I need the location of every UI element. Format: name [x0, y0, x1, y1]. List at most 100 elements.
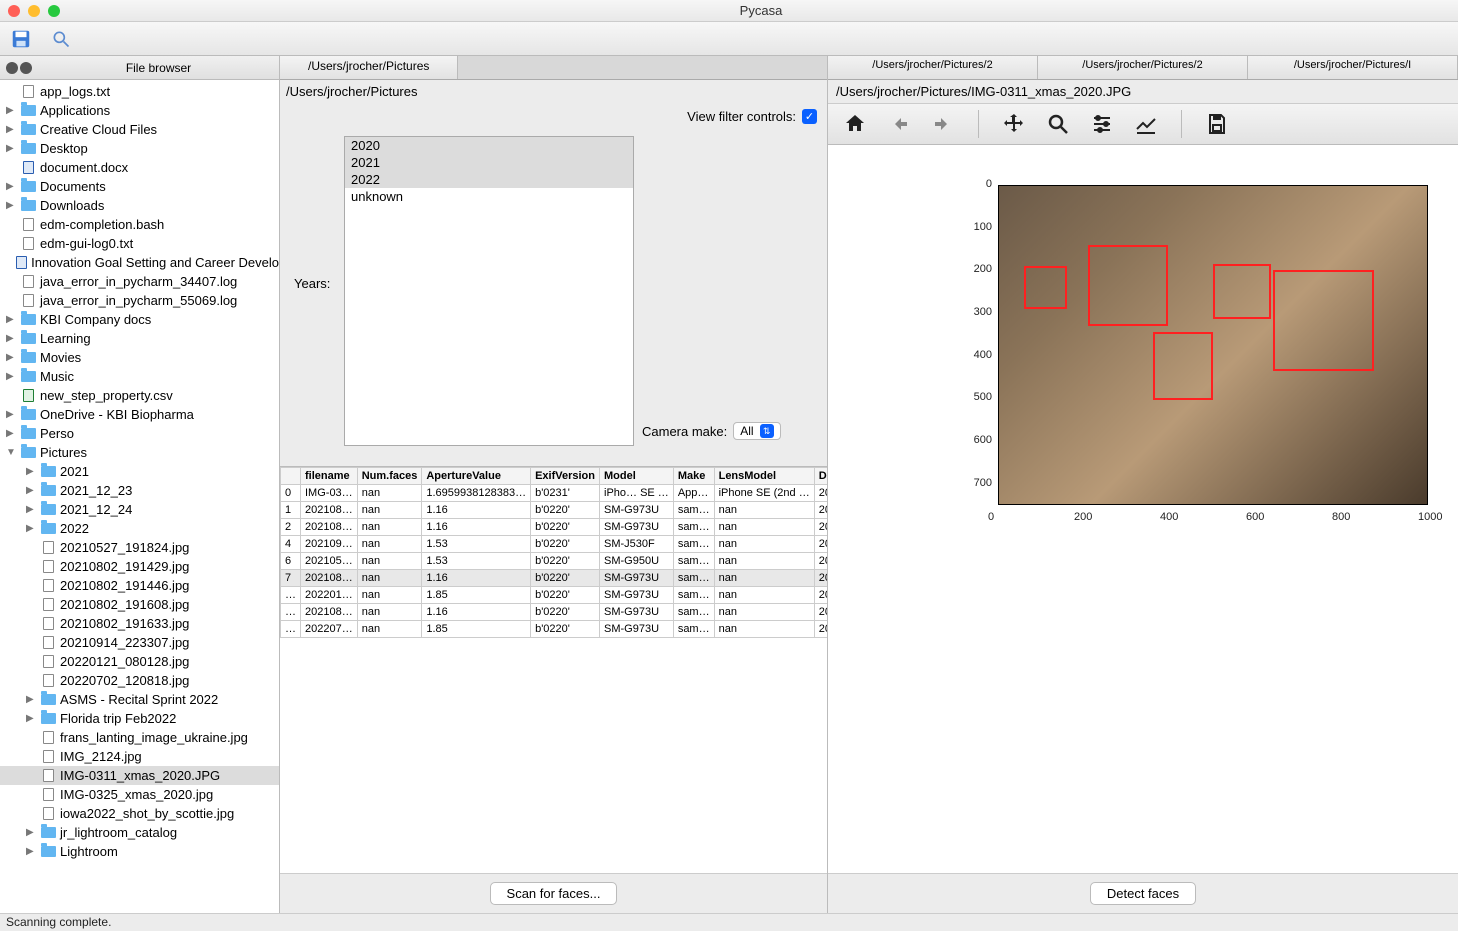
column-header[interactable]	[281, 468, 301, 485]
zoom-icon[interactable]	[1045, 111, 1071, 137]
metadata-table[interactable]: filenameNum.facesApertureValueExifVersio…	[280, 467, 827, 638]
file-tree[interactable]: app_logs.txt▶Applications▶Creative Cloud…	[0, 80, 279, 913]
table-row[interactable]: 1202108…nan1.16b'0220'SM-G973Usam…nan202…	[281, 502, 828, 519]
back-icon[interactable]	[886, 111, 912, 137]
home-icon[interactable]	[842, 111, 868, 137]
sliders-icon[interactable]	[1089, 111, 1115, 137]
tree-item[interactable]: ▶Learning	[0, 329, 279, 348]
table-row[interactable]: …202207…nan1.85b'0220'SM-G973Usam…nan202…	[281, 621, 828, 638]
folder-tab[interactable]: /Users/jrocher/Pictures	[280, 56, 458, 79]
column-header[interactable]: ApertureValue	[422, 468, 531, 485]
y-tick: 600	[974, 434, 992, 446]
zoom-window-button[interactable]	[48, 5, 60, 17]
table-cell: nan	[357, 621, 422, 638]
forward-icon[interactable]	[930, 111, 956, 137]
years-listbox[interactable]: 202020212022unknown	[344, 136, 634, 446]
tree-item[interactable]: ▶Downloads	[0, 196, 279, 215]
filter-controls-checkbox[interactable]: ✓	[802, 109, 817, 124]
table-row[interactable]: 7202108…nan1.16b'0220'SM-G973Usam…nan202…	[281, 570, 828, 587]
search-icon[interactable]	[50, 28, 72, 50]
tree-item[interactable]: IMG-0311_xmas_2020.JPG	[0, 766, 279, 785]
year-option[interactable]: 2020	[345, 137, 633, 154]
tree-item[interactable]: edm-completion.bash	[0, 215, 279, 234]
move-icon[interactable]	[1001, 111, 1027, 137]
face-detection-box	[1024, 266, 1067, 309]
column-header[interactable]: Num.faces	[357, 468, 422, 485]
tree-item[interactable]: 20210802_191429.jpg	[0, 557, 279, 576]
folder-icon	[40, 712, 56, 726]
file-browser-tab[interactable]: File browser	[38, 61, 279, 75]
tree-item[interactable]: ▶Music	[0, 367, 279, 386]
tree-item[interactable]: ▶Florida trip Feb2022	[0, 709, 279, 728]
metadata-table-wrap[interactable]: filenameNum.facesApertureValueExifVersio…	[280, 466, 827, 873]
tree-item[interactable]: edm-gui-log0.txt	[0, 234, 279, 253]
tree-item[interactable]: 20210527_191824.jpg	[0, 538, 279, 557]
column-header[interactable]: Model	[600, 468, 674, 485]
tree-item[interactable]: IMG_2124.jpg	[0, 747, 279, 766]
tree-item[interactable]: ▶Documents	[0, 177, 279, 196]
table-row[interactable]: 2202108…nan1.16b'0220'SM-G973Usam…nan202…	[281, 519, 828, 536]
scan-faces-button[interactable]: Scan for faces...	[490, 882, 618, 905]
tree-item[interactable]: ▶Movies	[0, 348, 279, 367]
image-tab[interactable]: /Users/jrocher/Pictures/2	[1038, 56, 1248, 79]
year-option[interactable]: unknown	[345, 188, 633, 205]
tree-item[interactable]: ▶Lightroom	[0, 842, 279, 861]
tree-item[interactable]: ▶OneDrive - KBI Biopharma	[0, 405, 279, 424]
tree-item[interactable]: iowa2022_shot_by_scottie.jpg	[0, 804, 279, 823]
chart-icon[interactable]	[1133, 111, 1159, 137]
year-option[interactable]: 2021	[345, 154, 633, 171]
table-row[interactable]: 6202105…nan1.53b'0220'SM-G950Usam…nan202…	[281, 553, 828, 570]
image-plot-area[interactable]: 010020030040050060070002004006008001000	[828, 145, 1458, 873]
panel-close-icon[interactable]	[6, 62, 18, 74]
image-tab[interactable]: /Users/jrocher/Pictures/I	[1248, 56, 1458, 79]
tree-item[interactable]: ▶KBI Company docs	[0, 310, 279, 329]
tree-item[interactable]: 20220121_080128.jpg	[0, 652, 279, 671]
tree-item[interactable]: 20210914_223307.jpg	[0, 633, 279, 652]
tree-item[interactable]: java_error_in_pycharm_34407.log	[0, 272, 279, 291]
close-window-button[interactable]	[8, 5, 20, 17]
tree-item[interactable]: 20210802_191633.jpg	[0, 614, 279, 633]
tree-item[interactable]: ▶Desktop	[0, 139, 279, 158]
camera-make-select[interactable]: All ⇅	[733, 422, 780, 440]
tree-item[interactable]: frans_lanting_image_ukraine.jpg	[0, 728, 279, 747]
tree-item[interactable]: ▶2022	[0, 519, 279, 538]
tree-item[interactable]: ▶2021_12_23	[0, 481, 279, 500]
tree-item[interactable]: ▶2021_12_24	[0, 500, 279, 519]
tree-item-label: 20210914_223307.jpg	[60, 635, 189, 650]
tree-item[interactable]: document.docx	[0, 158, 279, 177]
table-cell: nan	[357, 485, 422, 502]
tree-item[interactable]: ▶ASMS - Recital Sprint 2022	[0, 690, 279, 709]
file-icon	[40, 807, 56, 821]
year-option[interactable]: 2022	[345, 171, 633, 188]
table-row[interactable]: …202108…nan1.16b'0220'SM-G973Usam…nan202…	[281, 604, 828, 621]
table-row[interactable]: 0IMG-03…nan1.6959938128383…b'0231'iPho… …	[281, 485, 828, 502]
tree-item[interactable]: Innovation Goal Setting and Career Devel…	[0, 253, 279, 272]
chevron-icon: ▶	[26, 485, 36, 496]
table-row[interactable]: …202201…nan1.85b'0220'SM-G973Usam…nan202…	[281, 587, 828, 604]
image-tab[interactable]: /Users/jrocher/Pictures/2	[828, 56, 1038, 79]
tree-item[interactable]: ▶Creative Cloud Files	[0, 120, 279, 139]
column-header[interactable]: LensModel	[714, 468, 814, 485]
table-row[interactable]: 4202109…nan1.53b'0220'SM-J530Fsam…nan202…	[281, 536, 828, 553]
column-header[interactable]: filename	[301, 468, 358, 485]
column-header[interactable]: ExifVersion	[531, 468, 600, 485]
detect-faces-button[interactable]: Detect faces	[1090, 882, 1196, 905]
column-header[interactable]: DateTime	[814, 468, 827, 485]
tree-item[interactable]: java_error_in_pycharm_55069.log	[0, 291, 279, 310]
save-image-icon[interactable]	[1204, 111, 1230, 137]
tree-item[interactable]: ▶2021	[0, 462, 279, 481]
tree-item[interactable]: IMG-0325_xmas_2020.jpg	[0, 785, 279, 804]
tree-item[interactable]: ▶jr_lightroom_catalog	[0, 823, 279, 842]
panel-menu-icon[interactable]	[20, 62, 32, 74]
tree-item[interactable]: app_logs.txt	[0, 82, 279, 101]
column-header[interactable]: Make	[673, 468, 714, 485]
tree-item[interactable]: ▶Perso	[0, 424, 279, 443]
tree-item[interactable]: 20210802_191446.jpg	[0, 576, 279, 595]
save-icon[interactable]	[10, 28, 32, 50]
tree-item[interactable]: new_step_property.csv	[0, 386, 279, 405]
tree-item[interactable]: ▶Applications	[0, 101, 279, 120]
minimize-window-button[interactable]	[28, 5, 40, 17]
tree-item[interactable]: 20210802_191608.jpg	[0, 595, 279, 614]
tree-item[interactable]: ▼Pictures	[0, 443, 279, 462]
tree-item[interactable]: 20220702_120818.jpg	[0, 671, 279, 690]
